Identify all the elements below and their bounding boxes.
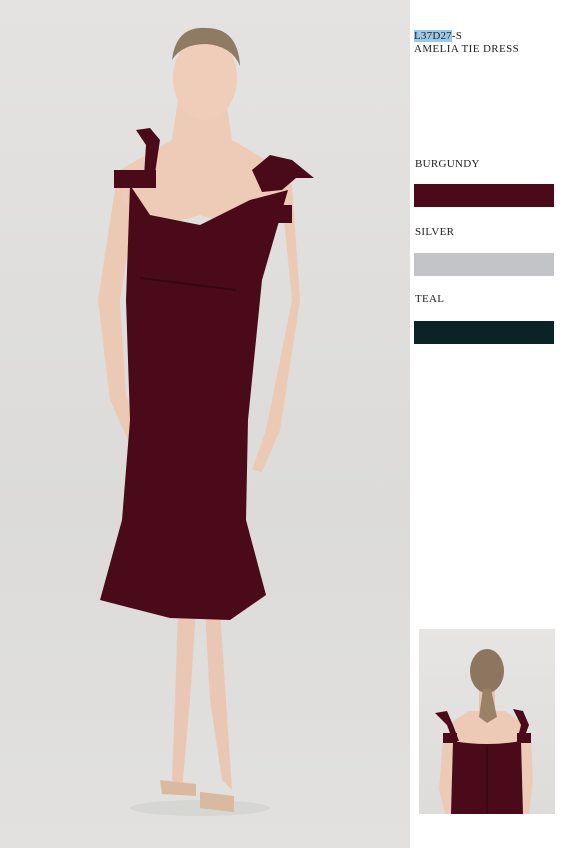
color-swatch-burgundy[interactable] <box>414 184 554 207</box>
color-label-silver: SILVER <box>415 226 455 238</box>
color-swatch-silver[interactable] <box>414 253 554 276</box>
main-product-photo <box>0 0 410 848</box>
color-swatch-teal[interactable] <box>414 321 554 344</box>
sku-suffix: -S <box>451 30 463 42</box>
product-name: AMELIA TIE DRESS <box>414 43 520 55</box>
back-view-photo <box>419 629 555 814</box>
color-label-burgundy: BURGUNDY <box>415 158 480 170</box>
product-sku: L37D27-S <box>414 30 579 43</box>
product-info: L37D27-S AMELIA TIE DRESS <box>414 30 579 56</box>
model-back-illustration <box>435 649 533 814</box>
model-front-illustration <box>98 27 314 816</box>
sku-highlight: L37D27 <box>414 30 452 42</box>
color-label-teal: TEAL <box>415 293 445 305</box>
